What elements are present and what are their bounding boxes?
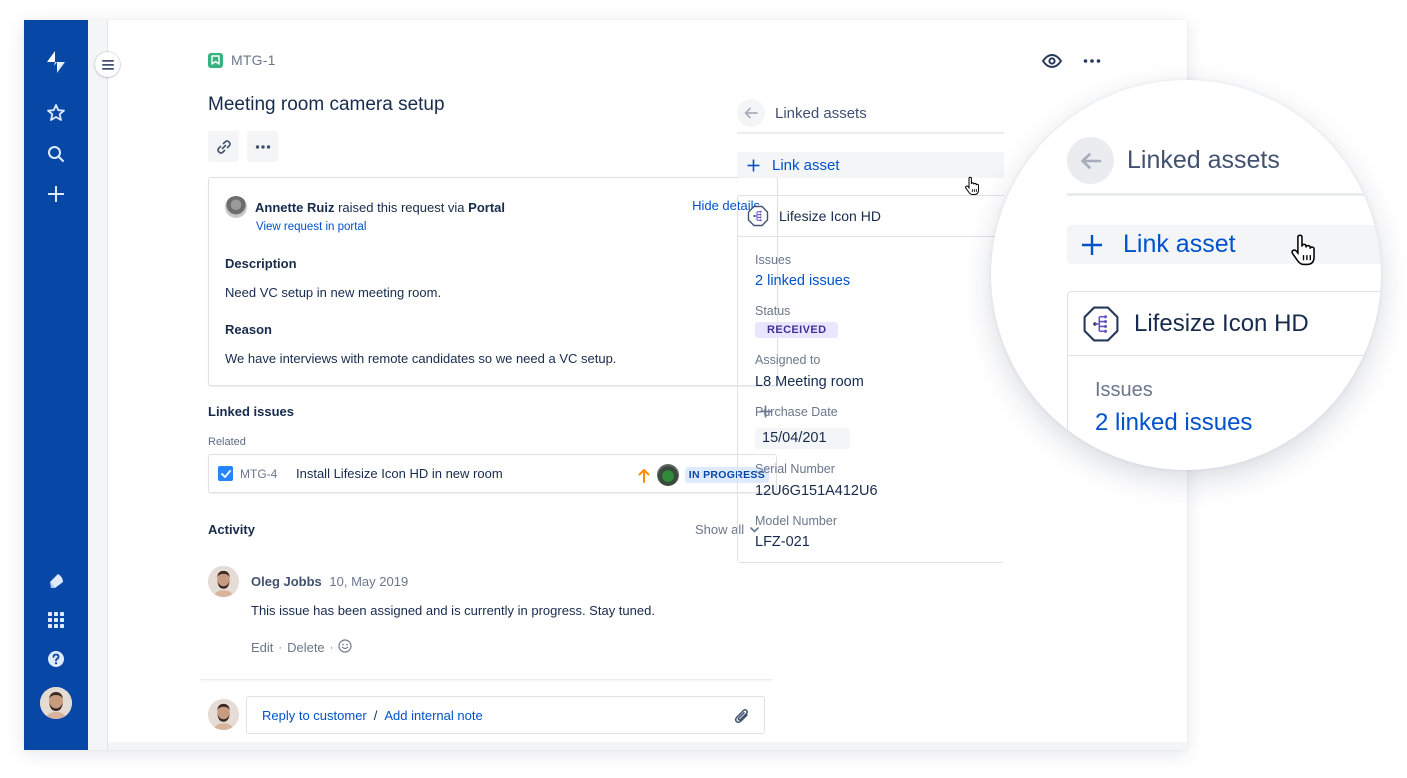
magnified-asset-card: Lifesize Icon HD Issues 2 linked issues: [1067, 291, 1381, 470]
delete-comment-link[interactable]: Delete: [287, 640, 325, 655]
issue-title[interactable]: Meeting room camera setup: [208, 94, 445, 116]
assigned-to-label: Assigned to: [755, 353, 821, 367]
more-icon: [255, 144, 270, 149]
breadcrumb: MTG-1: [208, 52, 276, 68]
request-channel: Portal: [468, 199, 505, 215]
plus-icon: [1082, 234, 1102, 255]
linked-issues-count-link[interactable]: 2 linked issues: [755, 273, 850, 289]
create-plus-icon[interactable]: [40, 178, 72, 210]
divider: [1067, 193, 1381, 196]
reply-to-customer-button[interactable]: Reply to customer: [262, 708, 367, 723]
related-group-label: Related: [208, 436, 246, 448]
status-label: Status: [755, 304, 791, 318]
composer-separator: /: [373, 707, 378, 723]
assigned-to-value: L8 Meeting room: [755, 374, 864, 390]
zoom-magnifier-callout: Linked assets Link asset Lifesize Icon H…: [991, 80, 1381, 470]
link-icon: [216, 139, 231, 154]
back-button[interactable]: [737, 99, 765, 127]
hand-pointer-cursor-icon: [1289, 233, 1317, 272]
asset-card: Lifesize Icon HD Issues 2 linked issues …: [737, 195, 1004, 563]
description-label: Description: [225, 256, 297, 271]
bottom-bar: [108, 742, 1187, 750]
link-asset-label: Link asset: [772, 156, 840, 174]
reporter-name[interactable]: Annette Ruiz: [255, 200, 334, 215]
reason-label: Reason: [225, 322, 272, 337]
divider: [200, 679, 772, 680]
link-issue-button[interactable]: [208, 131, 239, 162]
comment-actions: Edit · Delete ·: [251, 639, 352, 656]
comment-body: This issue has been assigned and is curr…: [251, 603, 655, 618]
asset-name: Lifesize Icon HD: [779, 208, 881, 224]
purchase-date-label: Purchase Date: [755, 405, 838, 419]
arrow-left-icon: [744, 107, 758, 119]
linked-issues-heading: Linked issues: [208, 404, 294, 419]
comment-header: Oleg Jobbs 10, May 2019: [251, 574, 408, 589]
magnified-link-asset-label: Link asset: [1123, 230, 1236, 258]
magnified-linked-issues-link: 2 linked issues: [1095, 409, 1253, 436]
magnified-back-button: [1067, 137, 1114, 184]
arrow-left-icon: [1080, 152, 1101, 169]
profile-avatar[interactable]: [40, 687, 72, 719]
magnified-link-asset-button: Link asset: [1067, 225, 1381, 264]
app-switcher-grid-icon[interactable]: [40, 604, 72, 636]
help-question-icon[interactable]: [40, 643, 72, 675]
linked-assets-title: Linked assets: [775, 104, 867, 122]
more-options-icon[interactable]: [1081, 50, 1103, 72]
add-internal-note-button[interactable]: Add internal note: [384, 708, 482, 723]
watch-eye-icon[interactable]: [1041, 50, 1063, 72]
more-actions-button[interactable]: [247, 131, 278, 162]
comment-author-name[interactable]: Oleg Jobbs: [251, 574, 322, 589]
bookmark-icon: [208, 52, 223, 68]
linked-issue-summary[interactable]: Install Lifesize Icon HD in new room: [296, 466, 503, 481]
edit-comment-link[interactable]: Edit: [251, 640, 273, 655]
issues-label: Issues: [755, 253, 792, 267]
serial-number-value: 12U6G151A412U6: [755, 483, 878, 499]
global-navigation: [24, 20, 88, 750]
asset-object-icon: [747, 205, 769, 227]
raised-text: raised this request via: [338, 199, 465, 215]
asset-object-icon: [1083, 306, 1119, 341]
separator-dot: ·: [278, 641, 283, 654]
reporter-avatar: [225, 196, 247, 218]
search-icon[interactable]: [40, 138, 72, 170]
add-reaction-smiley-icon[interactable]: [338, 639, 352, 656]
magnified-title: Linked assets: [1127, 146, 1280, 174]
star-icon[interactable]: [40, 97, 72, 129]
serial-number-label: Serial Number: [755, 462, 835, 476]
comment-date: 10, May 2019: [329, 574, 409, 589]
jira-logo-icon[interactable]: [40, 46, 72, 78]
link-asset-button[interactable]: Link asset: [737, 152, 1004, 178]
linked-assets-header: Linked assets: [737, 99, 867, 127]
comment-composer[interactable]: Reply to customer / Add internal note: [246, 696, 765, 734]
notifications-megaphone-icon[interactable]: [40, 565, 72, 597]
task-checkbox-icon: [218, 466, 233, 481]
model-number-label: Model Number: [755, 514, 837, 528]
magnified-asset-name: Lifesize Icon HD: [1134, 309, 1309, 337]
asset-status-lozenge: RECEIVED: [755, 322, 839, 338]
magnified-issues-label: Issues: [1095, 379, 1153, 401]
separator-dot: ·: [329, 641, 334, 654]
activity-heading: Activity: [208, 522, 255, 537]
description-text: Need VC setup in new meeting room.: [225, 285, 442, 300]
request-details-card: Annette Ruiz raised this request via Por…: [208, 177, 778, 386]
comment-author-avatar: [208, 566, 239, 597]
assignee-avatar[interactable]: [656, 464, 679, 486]
model-number-value: LFZ-021: [755, 534, 810, 550]
attachment-paperclip-icon[interactable]: [732, 706, 752, 726]
project-sidebar-collapsed: [88, 20, 108, 750]
issue-key-link[interactable]: MTG-1: [231, 52, 276, 68]
divider: [737, 132, 1004, 134]
purchase-date-value: 15/04/201: [755, 428, 850, 449]
view-request-in-portal-link[interactable]: View request in portal: [256, 221, 366, 233]
linked-issue-row[interactable]: MTG-4 Install Lifesize Icon HD in new ro…: [208, 454, 777, 493]
asset-card-header[interactable]: Lifesize Icon HD: [738, 196, 1004, 237]
linked-issue-key[interactable]: MTG-4: [240, 467, 296, 481]
plus-icon: [747, 159, 760, 171]
priority-high-arrow-icon: [637, 466, 651, 484]
current-user-avatar: [208, 699, 239, 730]
reason-text: We have interviews with remote candidate…: [225, 351, 617, 366]
